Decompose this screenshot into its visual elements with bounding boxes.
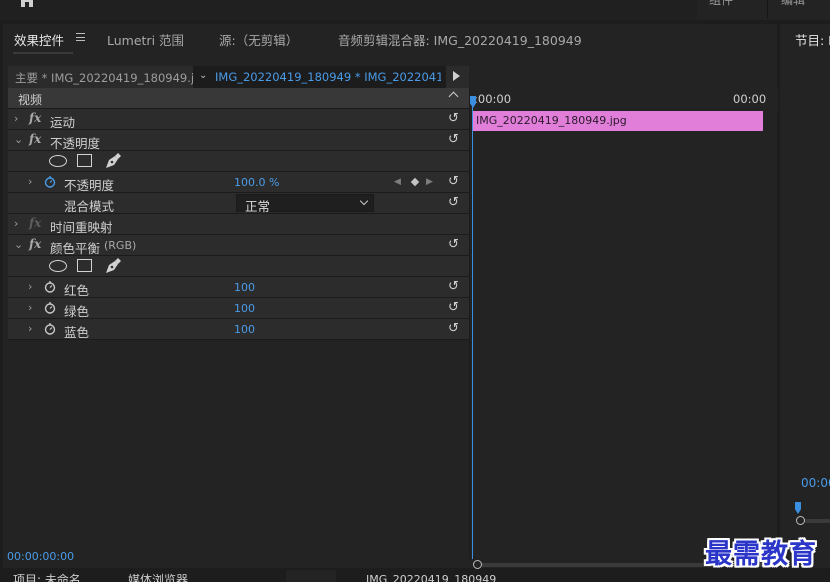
effects-list: 视频 › fx 运动 ↺ ⌄ fx 不透明度 ↺ › 不透明度 100.0 % … xyxy=(8,88,469,363)
stopwatch-icon[interactable] xyxy=(44,301,56,314)
tab-project[interactable]: 项目: 未命名 xyxy=(13,573,81,582)
sequence-clip-dropdown[interactable]: ⌄ IMG_20220419_180949 * IMG_20220419_180… xyxy=(193,66,446,88)
effect-row-opacity[interactable]: ⌄ fx 不透明度 ↺ xyxy=(8,130,469,151)
effect-timeline[interactable]: :00:00 00:00 IMG_20220419_180949.jpg xyxy=(469,88,778,569)
chevron-down-icon[interactable]: ⌄ xyxy=(14,133,23,146)
red-value[interactable]: 100 xyxy=(234,281,255,294)
ruler-end-time: 00:00 xyxy=(733,92,767,106)
top-bar: 组件 编辑 xyxy=(0,0,830,20)
chevron-down-icon xyxy=(359,196,369,206)
chevron-right-icon[interactable]: › xyxy=(14,112,18,125)
tab-media-browser[interactable]: 媒体浏览器 xyxy=(128,573,188,582)
green-value[interactable]: 100 xyxy=(234,302,255,315)
time-ruler[interactable]: :00:00 00:00 xyxy=(470,88,778,111)
sequence-clip-label: IMG_20220419_180949 * IMG_20220419_18094… xyxy=(215,70,441,84)
current-timecode[interactable]: 00:00:00:00 xyxy=(7,550,74,563)
tab-program[interactable]: 节目: I xyxy=(795,30,830,49)
stopwatch-icon[interactable] xyxy=(44,322,56,335)
effect-row-color-balance[interactable]: ⌄ fx 颜色平衡 (RGB) ↺ xyxy=(8,235,469,256)
prev-keyframe-icon[interactable]: ◀ xyxy=(394,177,401,187)
play-triangle-icon[interactable] xyxy=(453,71,460,81)
blue-value[interactable]: 100 xyxy=(234,323,255,336)
chevron-right-icon[interactable]: › xyxy=(28,322,32,335)
reset-icon[interactable]: ↺ xyxy=(448,279,459,294)
panel-menu-icon[interactable] xyxy=(76,33,85,41)
program-zoom-handle[interactable] xyxy=(796,516,805,525)
add-keyframe-icon[interactable] xyxy=(410,177,420,187)
chevron-down-icon[interactable]: ⌄ xyxy=(14,238,23,251)
fx-badge-icon[interactable]: fx xyxy=(29,132,41,146)
ellipse-mask-icon[interactable] xyxy=(49,155,67,167)
watermark-logo: 最需教育 xyxy=(705,539,817,570)
workspace-tab[interactable]: 编辑 xyxy=(768,0,830,20)
clip-name: IMG_20220419_180949.jpg xyxy=(476,114,627,127)
bottom-tab-strip: 项目: 未命名 媒体浏览器 IMG_20220419_180949 xyxy=(0,570,830,582)
ellipse-mask-icon[interactable] xyxy=(49,260,67,272)
program-timecode[interactable]: 00:00 xyxy=(801,476,830,490)
clip-bar[interactable]: IMG_20220419_180949.jpg xyxy=(473,111,763,131)
stopwatch-icon[interactable] xyxy=(44,175,56,188)
param-row-red[interactable]: › 红色 100 ↺ xyxy=(8,277,469,298)
chevron-right-icon[interactable]: › xyxy=(28,280,32,293)
master-clip-label[interactable]: 主要 * IMG_20220419_180949.jpg xyxy=(15,70,209,86)
next-keyframe-icon[interactable]: ▶ xyxy=(426,177,433,187)
divider xyxy=(286,570,336,582)
opacity-value[interactable]: 100.0 % xyxy=(234,176,279,189)
chevron-right-icon[interactable]: › xyxy=(14,217,18,230)
pen-tool-icon[interactable] xyxy=(104,257,122,275)
reset-icon[interactable]: ↺ xyxy=(448,174,459,189)
mask-tools-row xyxy=(8,151,469,172)
fx-badge-icon[interactable]: fx xyxy=(29,237,41,251)
reset-icon[interactable]: ↺ xyxy=(448,237,459,252)
playhead-line[interactable] xyxy=(472,106,473,559)
effect-row-time-remap[interactable]: › fx 时间重映射 xyxy=(8,214,469,235)
workspace-tab[interactable]: 组件 xyxy=(697,0,767,20)
param-row-blend-mode[interactable]: 混合模式 正常 ↺ xyxy=(8,193,469,214)
active-tab-indicator xyxy=(13,52,73,54)
rectangle-mask-icon[interactable] xyxy=(77,154,92,167)
fx-badge-icon: fx xyxy=(29,216,42,230)
program-playhead[interactable] xyxy=(795,502,801,514)
reset-icon[interactable]: ↺ xyxy=(448,195,459,210)
reset-icon[interactable]: ↺ xyxy=(448,132,459,147)
tab-effect-controls[interactable]: 效果控件 xyxy=(14,30,64,49)
blend-mode-dropdown[interactable]: 正常 xyxy=(236,194,374,214)
collapse-up-icon[interactable] xyxy=(448,91,459,102)
reset-icon[interactable]: ↺ xyxy=(448,300,459,315)
section-header-video: 视频 xyxy=(8,88,469,109)
program-monitor-panel: 节目: I 00:00 xyxy=(780,24,830,568)
tab-lumetri-scopes[interactable]: Lumetri 范围 xyxy=(107,30,184,49)
fx-badge-icon[interactable]: fx xyxy=(29,111,41,125)
effect-row-motion[interactable]: › fx 运动 ↺ xyxy=(8,109,469,130)
tab-audio-clip-mixer[interactable]: 音频剪辑混合器: IMG_20220419_180949 xyxy=(338,30,582,49)
reset-icon[interactable]: ↺ xyxy=(448,111,459,126)
pen-tool-icon[interactable] xyxy=(104,152,122,170)
home-icon[interactable] xyxy=(18,0,36,8)
rectangle-mask-icon[interactable] xyxy=(77,259,92,272)
program-scroll-track[interactable] xyxy=(805,519,830,523)
tab-sequence[interactable]: IMG_20220419_180949 xyxy=(366,573,496,582)
panel-tabs: 效果控件 Lumetri 范围 源:（无剪辑） 音频剪辑混合器: IMG_202… xyxy=(3,24,777,54)
tab-source[interactable]: 源:（无剪辑） xyxy=(219,30,298,49)
param-row-opacity[interactable]: › 不透明度 100.0 % ◀ ▶ ↺ xyxy=(8,172,469,193)
zoom-handle[interactable] xyxy=(473,560,482,569)
chevron-right-icon[interactable]: › xyxy=(28,301,32,314)
param-row-green[interactable]: › 绿色 100 ↺ xyxy=(8,298,469,319)
param-row-blue[interactable]: › 蓝色 100 ↺ xyxy=(8,319,469,340)
chevron-right-icon[interactable]: › xyxy=(28,175,32,188)
effect-controls-panel: 效果控件 Lumetri 范围 源:（无剪辑） 音频剪辑混合器: IMG_202… xyxy=(3,24,778,569)
ruler-start-time: :00:00 xyxy=(474,92,512,106)
mask-tools-row xyxy=(8,256,469,277)
stopwatch-icon[interactable] xyxy=(44,280,56,293)
chevron-down-icon: ⌄ xyxy=(199,70,208,81)
reset-icon[interactable]: ↺ xyxy=(448,321,459,336)
clip-selector-bar: 主要 * IMG_20220419_180949.jpg ⌄ IMG_20220… xyxy=(8,66,469,88)
